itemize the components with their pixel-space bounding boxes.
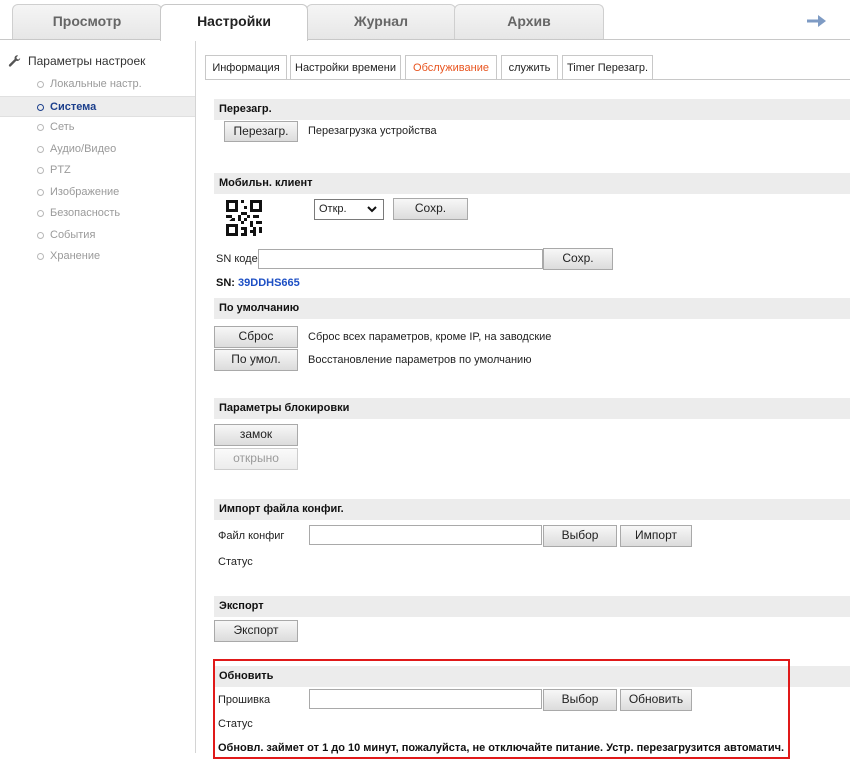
top-navigation: Просмотр Настройки Журнал Архив bbox=[0, 0, 850, 41]
sidebar-item-label: Сеть bbox=[50, 121, 75, 133]
sidebar-item-label: События bbox=[50, 228, 96, 241]
reset-button[interactable]: Сброс bbox=[214, 326, 298, 348]
mobile-client-select[interactable]: Откр. bbox=[314, 199, 384, 220]
reset-description: Сброс всех параметров, кроме IP, на заво… bbox=[308, 331, 552, 343]
sidebar-item-label: Аудио/Видео bbox=[50, 142, 117, 155]
sidebar-title-label: Параметры настроек bbox=[28, 54, 146, 68]
import-status-label: Статус bbox=[218, 556, 253, 568]
tab-log[interactable]: Журнал bbox=[306, 4, 456, 40]
tab-settings[interactable]: Настройки bbox=[160, 4, 308, 41]
sidebar-item-label: Безопасность bbox=[50, 207, 121, 219]
reboot-button[interactable]: Перезагр. bbox=[224, 121, 298, 142]
upgrade-highlight-box bbox=[213, 659, 790, 759]
sidebar-item-events[interactable]: События bbox=[0, 225, 195, 247]
sn-save-button[interactable]: Сохр. bbox=[543, 248, 613, 270]
sidebar-item-security[interactable]: Безопасность bbox=[0, 203, 195, 225]
config-file-label: Файл конфиг bbox=[218, 530, 285, 542]
logout-arrow-icon[interactable] bbox=[806, 14, 828, 28]
subtab-service[interactable]: служить bbox=[501, 55, 558, 80]
tab-archive[interactable]: Архив bbox=[454, 4, 604, 40]
wrench-icon bbox=[8, 55, 21, 67]
subtab-maintenance[interactable]: Обслуживание bbox=[405, 55, 497, 80]
section-defaults-title: По умолчанию bbox=[214, 298, 850, 319]
lock-button[interactable]: замок bbox=[214, 424, 298, 446]
main-content: Информация Настройки времени Обслуживани… bbox=[205, 40, 850, 759]
sidebar-item-storage[interactable]: Хранение bbox=[0, 246, 195, 268]
section-lock-title: Параметры блокировки bbox=[214, 398, 850, 419]
unlock-button[interactable]: открыно bbox=[214, 448, 298, 470]
mobile-client-select-value: Откр. bbox=[319, 203, 347, 215]
bullet-icon bbox=[37, 253, 44, 260]
tab-preview[interactable]: Просмотр bbox=[12, 4, 162, 40]
config-file-input[interactable] bbox=[309, 525, 542, 545]
bullet-icon bbox=[37, 210, 44, 217]
bullet-icon bbox=[37, 188, 44, 196]
bullet-icon bbox=[37, 103, 44, 111]
config-browse-button[interactable]: Выбор bbox=[543, 525, 617, 547]
sn-code-input[interactable] bbox=[258, 249, 543, 269]
bullet-icon bbox=[37, 81, 44, 88]
default-description: Восстановление параметров по умолчанию bbox=[308, 354, 532, 366]
section-export-title: Экспорт bbox=[214, 596, 850, 617]
section-import-title: Импорт файла конфиг. bbox=[214, 499, 850, 520]
sidebar-item-local[interactable]: Локальные настр. bbox=[0, 74, 195, 96]
bullet-icon bbox=[37, 145, 44, 153]
export-button[interactable]: Экспорт bbox=[214, 620, 298, 642]
subtab-time-settings[interactable]: Настройки времени bbox=[290, 55, 401, 80]
sidebar-item-label: Хранение bbox=[50, 250, 101, 262]
section-mobile-title: Мобильн. клиент bbox=[214, 173, 850, 194]
sidebar-item-network[interactable]: Сеть bbox=[0, 117, 195, 139]
sidebar-item-label: PTZ bbox=[50, 164, 71, 176]
bullet-icon bbox=[37, 231, 44, 239]
qr-code-icon bbox=[226, 200, 262, 236]
sidebar-item-image[interactable]: Изображение bbox=[0, 182, 195, 204]
section-reboot-title: Перезагр. bbox=[214, 99, 850, 120]
sidebar-item-label: Локальные настр. bbox=[50, 78, 142, 90]
sidebar-item-system[interactable]: Система bbox=[0, 95, 195, 117]
default-button[interactable]: По умол. bbox=[214, 349, 298, 371]
subtab-reboot-timer[interactable]: Timer Перезагр. bbox=[562, 55, 653, 80]
sidebar-menu: Локальные настр. Система Сеть Аудио/Виде… bbox=[0, 74, 195, 268]
mobile-save-button[interactable]: Сохр. bbox=[393, 198, 468, 220]
sidebar-item-audio-video[interactable]: Аудио/Видео bbox=[0, 139, 195, 161]
sn-label: SN: bbox=[216, 277, 235, 289]
subtab-info[interactable]: Информация bbox=[205, 55, 287, 80]
config-import-button[interactable]: Импорт bbox=[620, 525, 692, 547]
sidebar-title: Параметры настроек bbox=[8, 54, 145, 68]
sidebar-item-ptz[interactable]: PTZ bbox=[0, 160, 195, 182]
chevron-down-icon bbox=[367, 206, 377, 213]
sidebar-item-label: Изображение bbox=[50, 185, 120, 198]
bullet-icon bbox=[37, 167, 44, 174]
sn-value: 39DDHS665 bbox=[238, 277, 300, 289]
reboot-description: Перезагрузка устройства bbox=[308, 125, 437, 137]
sidebar-item-label: Система bbox=[50, 100, 97, 113]
sn-display: SN: 39DDHS665 bbox=[216, 277, 300, 289]
subtabs-divider bbox=[205, 79, 850, 80]
sub-tabs: Информация Настройки времени Обслуживани… bbox=[205, 55, 850, 80]
settings-sidebar: Параметры настроек Локальные настр. Сист… bbox=[0, 40, 196, 753]
bullet-icon bbox=[37, 124, 44, 131]
